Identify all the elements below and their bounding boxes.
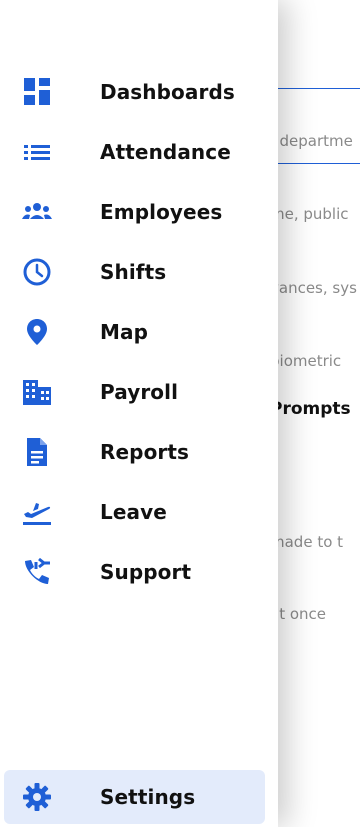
nav-item-dashboards[interactable]: Dashboards: [0, 62, 278, 122]
nav-label: Leave: [100, 500, 167, 524]
public-hint-text: me, public: [270, 205, 349, 223]
nav-label: Map: [100, 320, 149, 344]
people-icon: [22, 197, 52, 227]
nav-item-shifts[interactable]: Shifts: [0, 242, 278, 302]
clock-icon: [22, 257, 52, 287]
nav-item-support[interactable]: Support: [0, 542, 278, 602]
advances-hint-text: vances, sys: [270, 279, 357, 297]
nav-label: Payroll: [100, 380, 179, 404]
phone-forward-icon: [22, 557, 52, 587]
nav-item-leave[interactable]: Leave: [0, 482, 278, 542]
dashboard-icon: [22, 77, 52, 107]
nav-label: Reports: [100, 440, 190, 464]
nav-label: Shifts: [100, 260, 167, 284]
made-to-hint-text: made to t: [270, 533, 344, 551]
navigation-drawer: Dashboards Attendance Employees Shifts M…: [0, 0, 278, 827]
at-once-hint-text: at once: [270, 605, 327, 623]
nav-item-reports[interactable]: Reports: [0, 422, 278, 482]
nav-item-map[interactable]: Map: [0, 302, 278, 362]
nav-label: Attendance: [100, 140, 231, 164]
location-pin-icon: [22, 317, 52, 347]
biometric-hint-text: biometric: [270, 352, 342, 370]
nav-label: Support: [100, 560, 192, 584]
nav-item-attendance[interactable]: Attendance: [0, 122, 278, 182]
list-icon: [22, 137, 52, 167]
nav-label: Employees: [100, 200, 223, 224]
drawer-nav: Dashboards Attendance Employees Shifts M…: [0, 62, 278, 602]
department-hint-text: , departme: [270, 132, 353, 150]
nav-item-payroll[interactable]: Payroll: [0, 362, 278, 422]
prompts-heading: Prompts: [270, 399, 351, 419]
flight-takeoff-icon: [22, 497, 52, 527]
nav-label: Dashboards: [100, 80, 235, 104]
nav-item-settings[interactable]: Settings: [4, 770, 265, 824]
nav-label: Settings: [100, 785, 196, 809]
building-icon: [22, 377, 52, 407]
nav-item-employees[interactable]: Employees: [0, 182, 278, 242]
input-underline: [270, 163, 360, 164]
document-icon: [22, 437, 52, 467]
input-underline: [270, 88, 360, 89]
gear-icon: [22, 782, 52, 812]
